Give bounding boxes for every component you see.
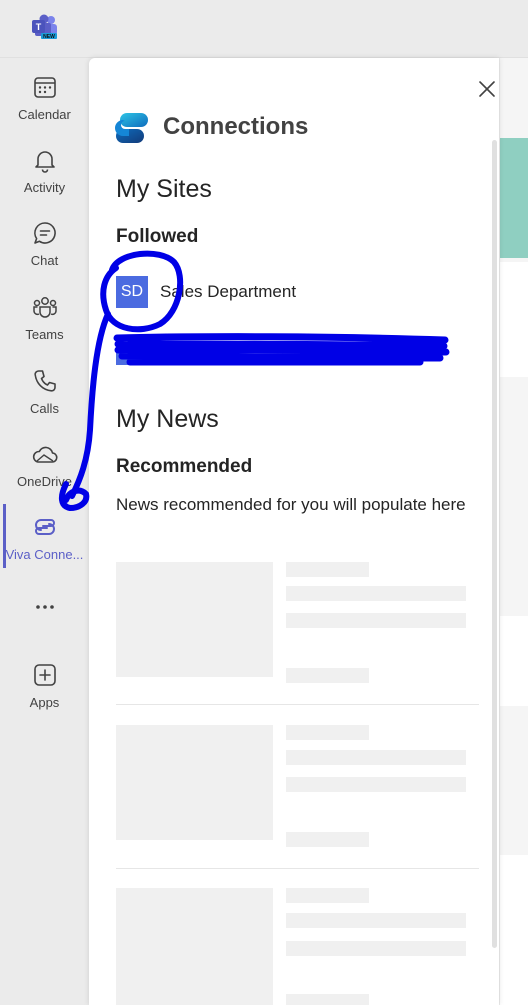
rail-label-apps: Apps <box>29 695 60 710</box>
close-icon[interactable] <box>476 78 498 100</box>
card-divider <box>116 704 479 705</box>
rail-label-calendar: Calendar <box>18 107 71 122</box>
app-rail: Calendar Activity Chat Teams Calls OneDr… <box>0 58 89 1005</box>
title-bar: T NEW <box>0 0 528 58</box>
skeleton-line <box>286 586 466 601</box>
viva-connections-icon <box>34 519 55 535</box>
rail-item-onedrive[interactable]: OneDrive <box>0 430 89 500</box>
teams-icon <box>32 297 57 318</box>
skeleton-line <box>286 913 466 928</box>
rail-item-teams[interactable]: Teams <box>0 283 89 353</box>
recommended-heading: Recommended <box>116 456 253 477</box>
skeleton-line <box>286 941 466 956</box>
background-card <box>500 616 528 706</box>
rail-item-apps[interactable]: Apps <box>0 651 89 721</box>
skeleton-line <box>286 994 369 1005</box>
svg-text:NEW: NEW <box>43 34 55 40</box>
site-avatar-obscured <box>116 343 148 365</box>
skeleton-line <box>286 562 369 577</box>
skeleton-line <box>286 750 466 765</box>
chat-icon <box>33 222 56 244</box>
viva-connections-logo-icon <box>115 113 148 143</box>
skeleton-line <box>286 777 466 792</box>
rail-label-viva-connections: Viva Conne... <box>5 547 84 562</box>
background-banner <box>500 138 528 258</box>
my-sites-heading: My Sites <box>116 175 212 203</box>
rail-label-calls: Calls <box>30 401 59 416</box>
rail-item-activity[interactable]: Activity <box>0 136 89 206</box>
site-name: Sales Department <box>160 282 297 301</box>
rail-item-calendar[interactable]: Calendar <box>0 63 89 133</box>
phone-icon <box>33 370 56 392</box>
calendar-icon <box>33 77 56 98</box>
rail-label-onedrive: OneDrive <box>17 474 72 489</box>
skeleton-line <box>286 725 369 740</box>
skeleton-line <box>286 888 369 903</box>
skeleton-thumbnail <box>116 888 273 1005</box>
rail-label-chat: Chat <box>30 253 59 268</box>
news-placeholder-text: News recommended for you will populate h… <box>116 495 466 514</box>
followed-heading: Followed <box>116 226 199 247</box>
skeleton-line <box>286 668 369 683</box>
panel-title: Connections <box>163 113 309 140</box>
cloud-icon <box>32 446 58 463</box>
skeleton-line <box>286 832 369 847</box>
svg-text:T: T <box>36 22 42 32</box>
teams-logo-icon[interactable]: T NEW <box>31 14 59 40</box>
skeleton-thumbnail <box>116 725 273 840</box>
panel-scrollbar[interactable] <box>492 140 497 948</box>
background-card <box>500 262 528 377</box>
add-app-icon <box>33 664 56 686</box>
skeleton-thumbnail <box>116 562 273 677</box>
background-card <box>500 855 528 1005</box>
my-news-heading: My News <box>116 405 219 433</box>
followed-site-item[interactable]: SD Sales Department <box>116 275 296 309</box>
rail-item-more[interactable] <box>0 583 89 653</box>
rail-label-teams: Teams <box>25 327 64 342</box>
rail-item-calls[interactable]: Calls <box>0 357 89 427</box>
card-divider <box>116 868 479 869</box>
rail-item-chat[interactable]: Chat <box>0 209 89 279</box>
more-icon <box>35 605 54 609</box>
rail-label-activity: Activity <box>23 180 66 195</box>
skeleton-line <box>286 613 466 628</box>
bell-icon <box>34 151 55 173</box>
rail-item-viva-connections[interactable]: Viva Conne... <box>0 503 89 573</box>
site-avatar: SD <box>116 276 148 308</box>
